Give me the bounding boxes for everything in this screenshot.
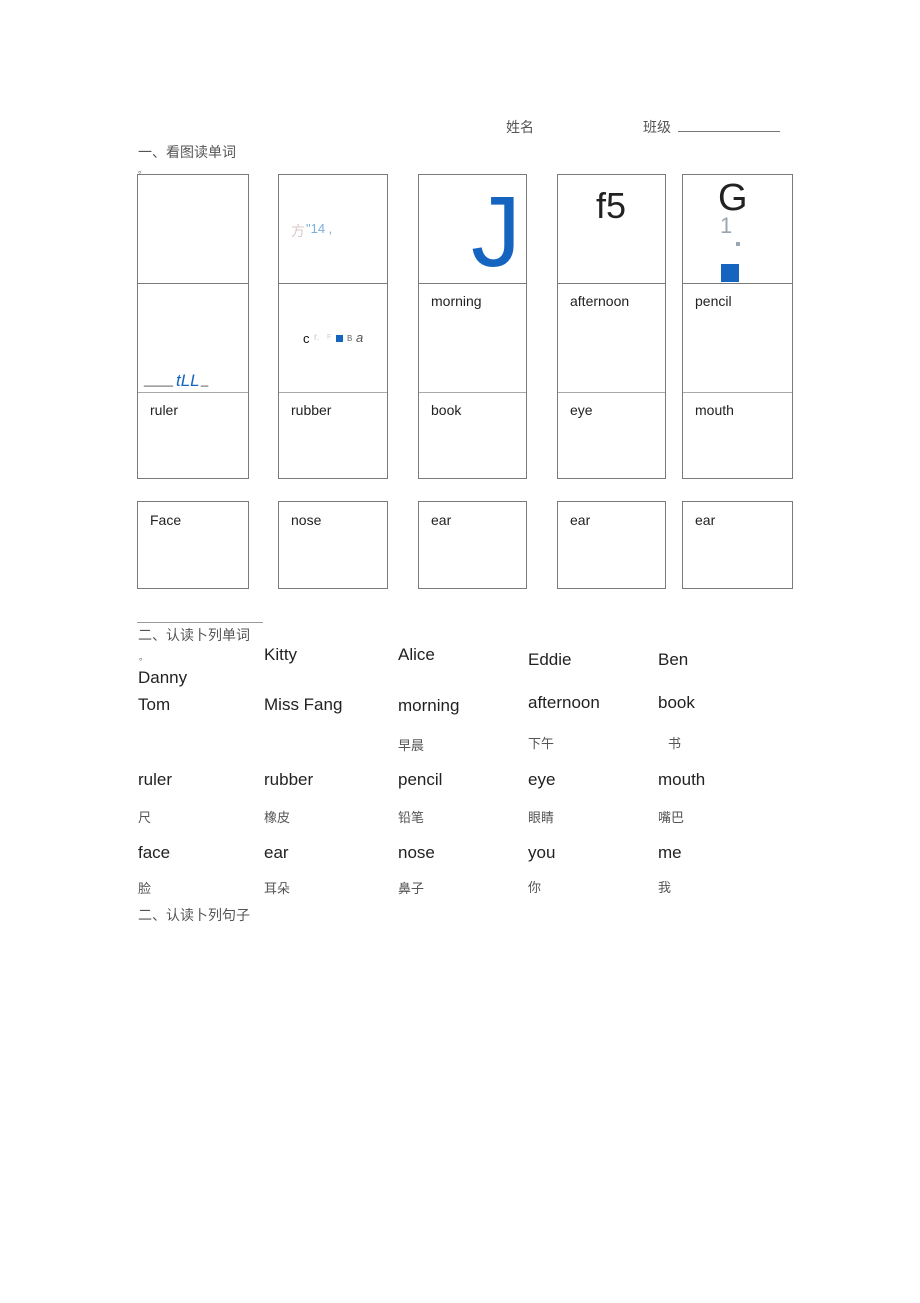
picture-card-2: 方 "14 , c r. F B a rubber [278, 174, 388, 479]
word-card: ear [418, 501, 527, 589]
word-en: morning [398, 696, 460, 715]
word-en: Tom [138, 695, 171, 714]
artifact-letter: a [356, 330, 364, 345]
card-label-afternoon: afternoon [570, 293, 630, 309]
section3-title: 二、认读卜列句子 [138, 908, 250, 924]
word-en: you [528, 843, 556, 862]
picture-card-3: J morning book [418, 174, 527, 479]
word-zh: 鼻子 [398, 882, 425, 897]
section2-title: 二、认读卜列单词 [138, 628, 250, 644]
class-blank-line[interactable] [678, 131, 780, 132]
word-zh: 早晨 [398, 739, 425, 754]
card-label-ear: ear [431, 512, 452, 528]
artifact-text: "14 , [306, 221, 333, 236]
word-en: afternoon [528, 693, 600, 712]
card-label-eye: eye [570, 402, 593, 418]
artifact-letter: F [327, 334, 332, 341]
word-danny: Danny [138, 668, 188, 687]
word-zh: 橡皮 [264, 811, 291, 826]
section2-dot: 。 [139, 652, 149, 662]
word-en: me [658, 843, 682, 862]
artifact-letter: B [347, 334, 353, 343]
word-zh: 你 [528, 881, 542, 896]
word-eddie: Eddie [528, 650, 572, 669]
blue-square-icon [721, 264, 739, 282]
picture-card-4: f5 afternoon eye [557, 174, 666, 479]
word-zh: 我 [658, 881, 672, 896]
card-label-rubber: rubber [291, 402, 332, 418]
dot-icon [736, 242, 740, 246]
word-en: mouth [658, 770, 706, 789]
word-zh: 下午 [528, 737, 555, 752]
word-en: book [658, 693, 695, 712]
card-label-morning: morning [431, 293, 482, 309]
card-label-ear: ear [570, 512, 591, 528]
card-label-pencil: pencil [695, 293, 732, 309]
artifact-text: 方 [291, 224, 305, 240]
artifact-text: 1 [720, 213, 733, 238]
picture-card-1: ____ tLL _ ruler [137, 174, 249, 479]
word-en: pencil [398, 770, 443, 789]
word-en: face [138, 843, 171, 862]
word-kitty: Kitty [264, 645, 298, 664]
word-en: eye [528, 770, 556, 789]
word-card: ear [557, 501, 666, 589]
letter-j: J [471, 176, 521, 288]
card-label-face: Face [150, 512, 182, 528]
word-card: Face [137, 501, 249, 589]
artifact-letter: r. [314, 332, 320, 343]
blue-square-icon [336, 335, 343, 342]
card-label-nose: nose [291, 512, 322, 528]
word-en: rubber [264, 770, 314, 789]
word-card: nose [278, 501, 388, 589]
word-alice: Alice [398, 645, 435, 664]
word-zh: 脸 [138, 882, 152, 897]
word-zh: 嘴巴 [658, 811, 685, 826]
word-zh: 耳朵 [264, 882, 291, 897]
word-card: ear [682, 501, 793, 589]
word-en: ear [264, 843, 289, 862]
artifact-text: f5 [596, 185, 627, 226]
word-zh: 尺 [138, 811, 152, 826]
card-label-book: book [431, 402, 462, 418]
artifact-text: tLL [176, 371, 200, 390]
card-label-ear: ear [695, 512, 716, 528]
word-zh: 铅笔 [398, 811, 425, 826]
word-zh: 眼睛 [528, 811, 555, 826]
underline-left: ____ [144, 372, 173, 387]
artifact-letter: c [303, 331, 310, 346]
name-label: 姓名 [506, 120, 534, 136]
divider [137, 622, 263, 623]
word-en: nose [398, 843, 435, 862]
section1-title: 一、看图读单词 [138, 145, 236, 161]
class-label: 班级 [643, 120, 671, 136]
word-en: Miss Fang [264, 695, 343, 714]
card-label-ruler: ruler [150, 402, 179, 418]
picture-card-5: G 1 pencil mouth [682, 174, 793, 479]
word-zh: 书 [668, 737, 682, 752]
card-label-mouth: mouth [695, 402, 734, 418]
word-en: ruler [138, 770, 173, 789]
underline-right: _ [201, 372, 209, 387]
word-ben: Ben [658, 650, 689, 669]
